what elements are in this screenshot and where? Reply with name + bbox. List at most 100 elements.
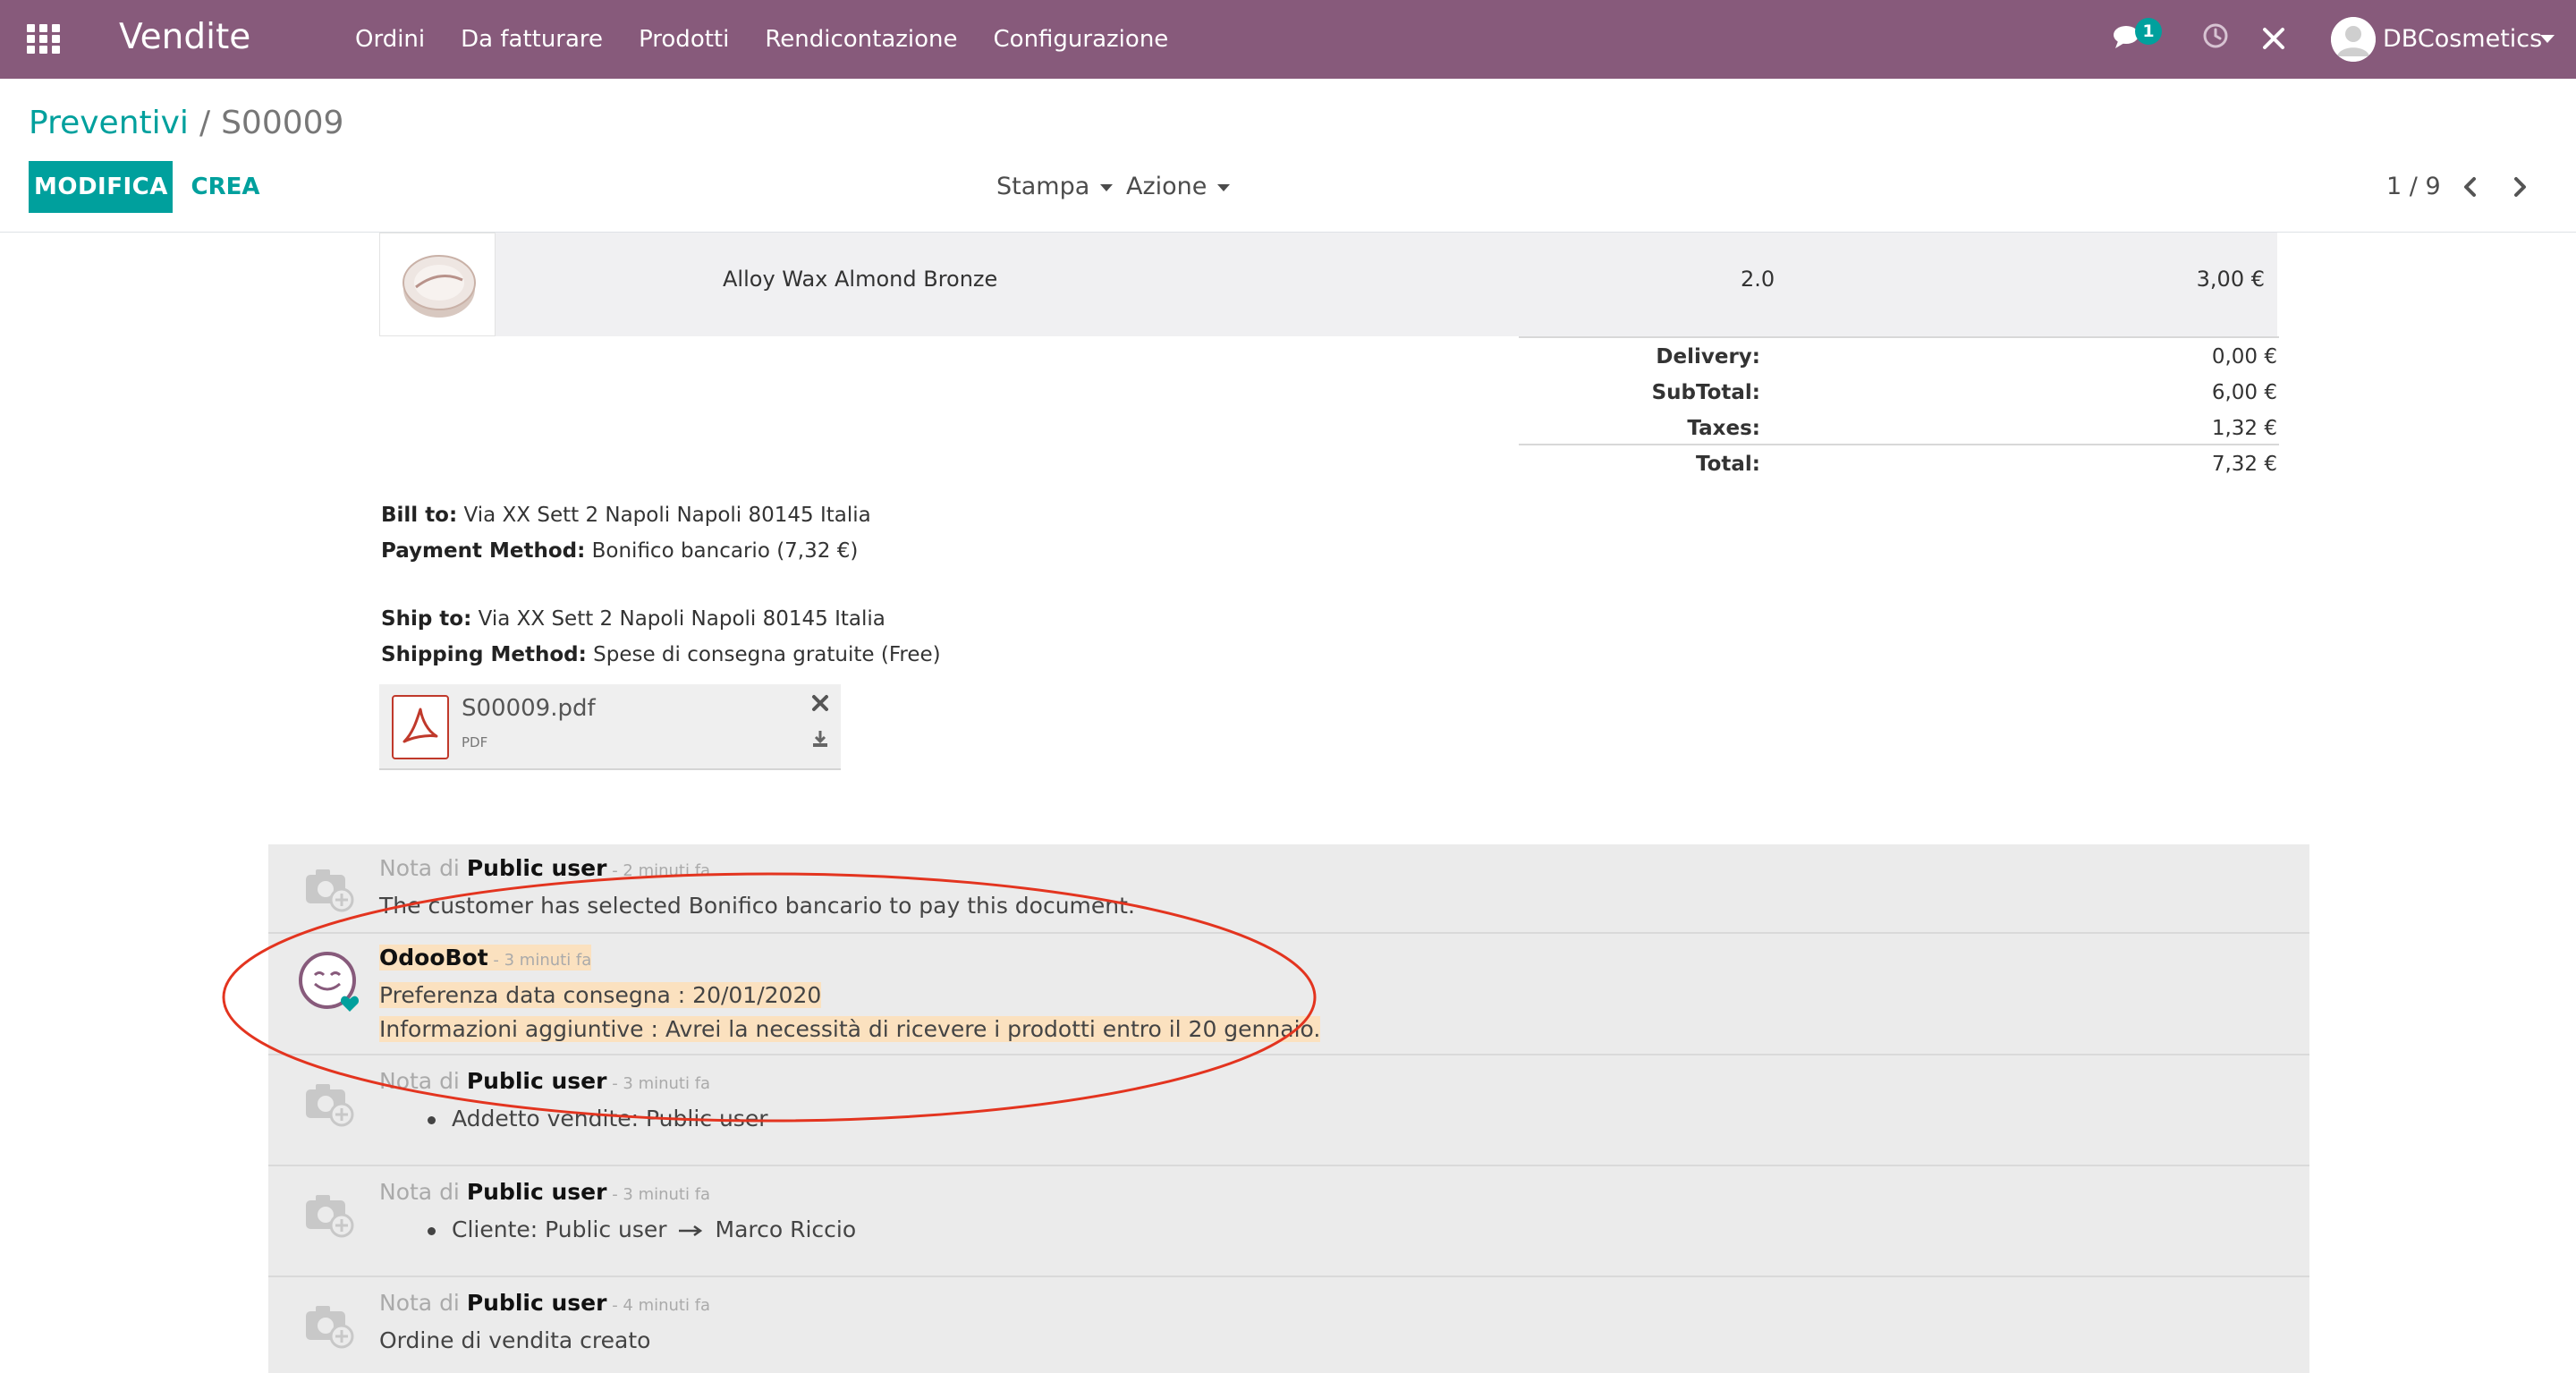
chevron-left-icon[interactable] — [2455, 172, 2486, 202]
message-body: Ordine di vendita creato — [379, 1327, 651, 1353]
create-button[interactable]: CREA — [179, 161, 272, 213]
chatter-message: Nota di Public user - 2 minuti fa The cu… — [268, 844, 2309, 934]
form-content: Alloy Wax Almond Bronze 2.0 3,00 € Deliv… — [0, 233, 2576, 1373]
tracking-value: Addetto vendite: Public user — [452, 1106, 768, 1131]
delivery-preference-text: Preferenza data consegna : 20/01/2020 — [379, 982, 822, 1008]
shipping-method-value: Spese di consegna gratuite (Free) — [586, 643, 941, 666]
note-prefix: Nota di — [379, 855, 467, 881]
chevron-down-icon[interactable] — [2540, 35, 2555, 43]
message-author[interactable]: OdooBot — [379, 945, 488, 970]
totals-table: Delivery: 0,00 € SubTotal: 6,00 € Taxes:… — [1519, 336, 2279, 481]
caret-down-icon — [1217, 183, 1231, 191]
note-prefix: Nota di — [379, 1068, 467, 1094]
camera-avatar-icon — [306, 1195, 354, 1238]
payment-method-label: Payment Method: — [381, 539, 586, 563]
note-prefix: Nota di — [379, 1179, 467, 1205]
top-navbar: Vendite Ordini Da fatturare Prodotti Ren… — [0, 0, 2576, 79]
pdf-file-icon — [392, 695, 449, 759]
close-icon[interactable] — [810, 693, 830, 713]
message-body: The customer has selected Bonifico banca… — [379, 893, 1135, 919]
totals-row: Taxes: 1,32 € — [1519, 410, 2279, 444]
online-heart-icon — [340, 996, 360, 1012]
note-prefix: Nota di — [379, 1290, 467, 1316]
camera-avatar-icon — [306, 1084, 354, 1127]
camera-avatar-icon — [306, 1306, 354, 1349]
user-avatar[interactable] — [2331, 17, 2376, 62]
message-header: Nota di Public user - 2 minuti fa — [379, 855, 710, 881]
control-panel: Preventivi / S00009 MODIFICA CREA Stampa A… — [0, 79, 2576, 233]
chatter-message-odoobot: OdooBot - 3 minuti fa Preferenza data co… — [268, 934, 2309, 1055]
menu-item-rendicontazione[interactable]: Rendicontazione — [747, 0, 975, 79]
totals-label: Taxes: — [1687, 417, 1760, 440]
action-dropdown[interactable]: Azione — [1126, 168, 1231, 206]
tracking-line: Addetto vendite: Public user — [379, 1106, 767, 1131]
chevron-right-icon[interactable] — [2504, 172, 2535, 202]
print-dropdown[interactable]: Stampa — [996, 168, 1114, 206]
breadcrumb-quotations[interactable]: Preventivi — [29, 105, 189, 141]
camera-avatar-icon — [306, 869, 354, 912]
totals-value: 1,32 € — [2211, 417, 2277, 440]
print-dropdown-label: Stampa — [996, 173, 1090, 200]
message-time: - 3 minuti fa — [606, 1185, 711, 1204]
bill-to-label: Bill to: — [381, 504, 458, 527]
download-icon[interactable] — [810, 729, 830, 749]
attachment-name[interactable]: S00009.pdf — [462, 695, 596, 722]
activity-clock-icon[interactable] — [2201, 21, 2230, 50]
message-header: Nota di Public user - 3 minuti fa — [379, 1068, 710, 1094]
totals-row: Delivery: 0,00 € — [1519, 338, 2279, 374]
menu-item-configurazione[interactable]: Configurazione — [976, 0, 1187, 79]
shipping-method-label: Shipping Method: — [381, 643, 587, 666]
message-body-line: Informazioni aggiuntive : Avrei la neces… — [379, 1016, 1321, 1042]
message-author[interactable]: Public user — [467, 1290, 607, 1316]
bill-to-address: Via XX Sett 2 Napoli Napoli 80145 Italia — [457, 504, 871, 527]
caret-down-icon — [1100, 183, 1114, 191]
tracking-line: Cliente: Public user Marco Riccio — [379, 1216, 856, 1242]
message-time: - 3 minuti fa — [487, 951, 592, 970]
message-body-line: Preferenza data consegna : 20/01/2020 — [379, 982, 822, 1008]
ship-to-line: Ship to: Via XX Sett 2 Napoli Napoli 801… — [381, 605, 886, 633]
action-dropdown-label: Azione — [1126, 173, 1208, 200]
additional-info-text: Informazioni aggiuntive : Avrei la neces… — [379, 1016, 1321, 1042]
chatter-message: Nota di Public user - 3 minuti fa Addett… — [268, 1055, 2309, 1166]
attachment-card[interactable]: S00009.pdf PDF — [379, 684, 841, 770]
message-author[interactable]: Public user — [467, 1179, 607, 1205]
ship-to-address: Via XX Sett 2 Napoli Napoli 80145 Italia — [471, 607, 886, 631]
menu-item-ordini[interactable]: Ordini — [355, 0, 443, 79]
pager-value[interactable]: 1 / 9 — [2386, 168, 2441, 206]
attachment-type: PDF — [462, 734, 488, 750]
app-title[interactable]: Vendite — [119, 14, 250, 61]
messages-count-badge: 1 — [2135, 18, 2162, 45]
debug-tools-icon[interactable] — [2259, 24, 2288, 53]
ship-to-label: Ship to: — [381, 607, 472, 631]
totals-label: Delivery: — [1656, 345, 1760, 369]
user-menu-name[interactable]: DBCosmetics — [2383, 16, 2542, 63]
message-header: Nota di Public user - 3 minuti fa — [379, 1179, 710, 1205]
apps-grid-icon[interactable] — [27, 24, 61, 55]
chatter-thread: Nota di Public user - 2 minuti fa The cu… — [268, 844, 2309, 1373]
shipping-method-line: Shipping Method: Spese di consegna gratu… — [381, 640, 941, 669]
product-quantity: 2.0 — [1741, 267, 1775, 292]
arrow-right-icon — [678, 1225, 702, 1237]
breadcrumb: Preventivi / S00009 — [29, 102, 343, 145]
product-thumbnail — [379, 233, 496, 336]
order-line-row: Alloy Wax Almond Bronze 2.0 3,00 € — [379, 233, 2277, 336]
breadcrumb-current-record: S00009 — [221, 105, 344, 141]
main-menu: Ordini Da fatturare Prodotti Rendicontaz… — [355, 0, 1186, 79]
product-price: 3,00 € — [2196, 267, 2265, 292]
menu-item-da-fatturare[interactable]: Da fatturare — [443, 0, 621, 79]
menu-item-prodotti[interactable]: Prodotti — [621, 0, 747, 79]
message-time: - 3 minuti fa — [606, 1074, 711, 1093]
totals-row: Total: 7,32 € — [1519, 445, 2279, 481]
product-name: Alloy Wax Almond Bronze — [723, 267, 998, 292]
edit-button[interactable]: MODIFICA — [29, 161, 173, 213]
chatter-message: Nota di Public user - 3 minuti fa Client… — [268, 1166, 2309, 1277]
message-author[interactable]: Public user — [467, 1068, 607, 1094]
payment-method-value: Bonifico bancario (7,32 €) — [585, 539, 859, 563]
bill-to-line: Bill to: Via XX Sett 2 Napoli Napoli 801… — [381, 501, 871, 530]
message-author[interactable]: Public user — [467, 855, 607, 881]
chatter-message: Nota di Public user - 4 minuti fa Ordine… — [268, 1277, 2309, 1373]
breadcrumb-separator: / — [199, 105, 211, 141]
message-header: Nota di Public user - 4 minuti fa — [379, 1290, 710, 1316]
message-time: - 2 minuti fa — [606, 861, 711, 880]
message-header: OdooBot - 3 minuti fa — [379, 945, 592, 970]
